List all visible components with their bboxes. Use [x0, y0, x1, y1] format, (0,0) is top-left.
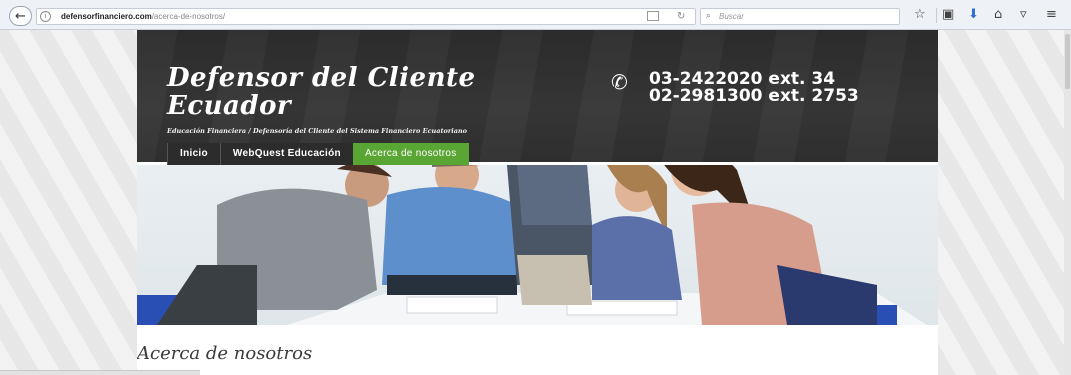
team-meeting-illustration: [137, 165, 927, 325]
main-nav: Inicio WebQuest Educación Acerca de noso…: [167, 143, 469, 165]
bookmark-star-icon[interactable]: ☆: [914, 7, 926, 23]
site-container: Defensor del Cliente Ecuador Educación F…: [137, 30, 938, 375]
pocket-icon[interactable]: ▿: [1020, 7, 1027, 23]
bookmarks-list-icon[interactable]: ▣: [942, 7, 954, 23]
hero-image: [137, 165, 938, 325]
phone-number-2: 02-2981300 ext. 2753: [649, 86, 859, 106]
url-path: /acerca-de-nosotros/: [151, 12, 226, 21]
info-icon[interactable]: i: [40, 11, 51, 22]
page-heading: Acerca de nosotros: [137, 343, 313, 364]
nav-item-acerca[interactable]: Acerca de nosotros: [352, 143, 469, 165]
home-icon[interactable]: ⌂: [994, 7, 1002, 23]
reader-view-icon[interactable]: [647, 11, 659, 21]
search-icon: ⌕: [706, 11, 712, 21]
download-icon[interactable]: ⬇: [968, 7, 979, 23]
status-bar: [0, 370, 200, 375]
phone-icon: ✆: [611, 70, 628, 94]
site-tagline: Educación Financiera / Defensoría del Cl…: [167, 127, 467, 135]
menu-icon[interactable]: ≡: [1046, 7, 1057, 23]
url-host: defensorfinanciero.com: [61, 12, 152, 21]
toolbar-separator: [936, 8, 937, 23]
browser-toolbar: ← i defensorfinanciero.com/acerca-de-nos…: [0, 0, 1071, 30]
back-arrow-icon[interactable]: ←: [9, 6, 32, 26]
site-title[interactable]: Defensor del Cliente Ecuador: [167, 64, 497, 120]
site-header: Defensor del Cliente Ecuador Educación F…: [137, 30, 938, 165]
reload-icon[interactable]: ↻: [677, 9, 685, 24]
search-placeholder: Buscar: [719, 12, 744, 21]
address-bar[interactable]: i defensorfinanciero.com/acerca-de-nosot…: [36, 8, 696, 25]
scrollbar-thumb[interactable]: [1065, 34, 1070, 89]
url-text: defensorfinanciero.com/acerca-de-nosotro…: [61, 9, 225, 24]
nav-item-webquest[interactable]: WebQuest Educación: [219, 143, 353, 165]
search-input[interactable]: ⌕ Buscar: [700, 8, 900, 25]
nav-item-inicio[interactable]: Inicio: [167, 143, 220, 165]
